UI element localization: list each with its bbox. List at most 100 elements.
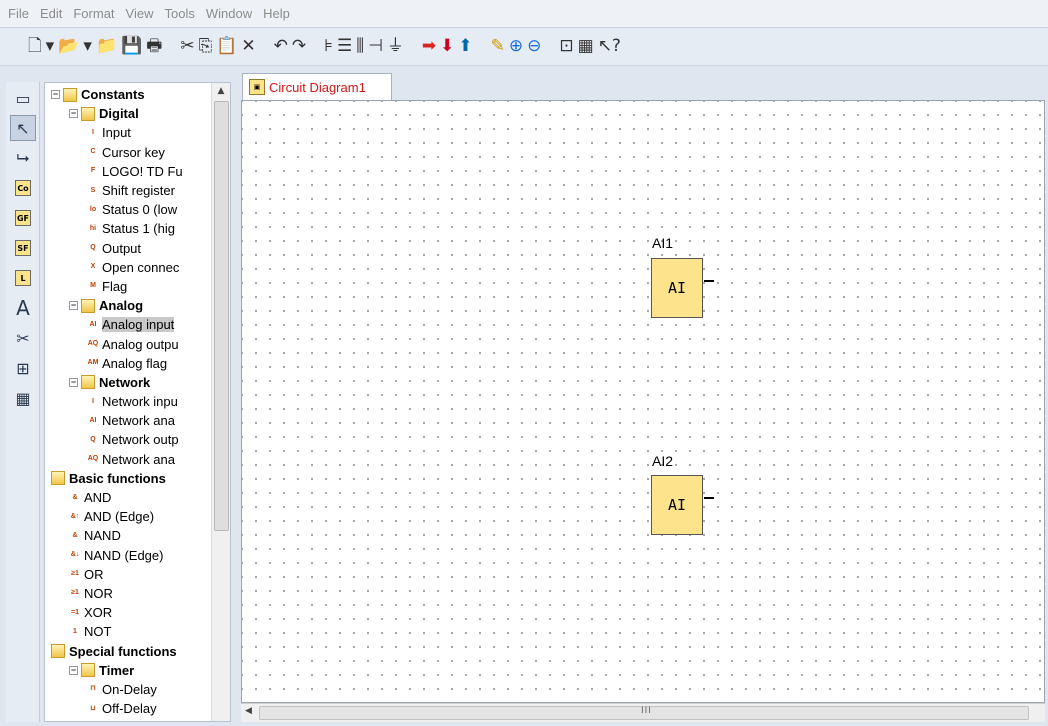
tree-item[interactable]: & AND	[45, 488, 211, 507]
folder-icon	[51, 471, 65, 486]
run-icon[interactable]: ➡	[422, 35, 436, 59]
tree-vertical-scrollbar[interactable]: ▲	[211, 83, 230, 721]
open-folder-icon[interactable]: 📁	[96, 35, 117, 59]
tree-item[interactable]: AM Analog flag	[45, 354, 211, 373]
tree-item[interactable]: AI Network ana	[45, 411, 211, 430]
block-type-icon: AQ	[87, 455, 99, 463]
block-ai1[interactable]: AI	[651, 258, 703, 318]
pointer-icon[interactable]: ↖	[10, 115, 36, 141]
scroll-up-icon[interactable]: ▲	[212, 83, 230, 100]
tree-item[interactable]: ⊓ On-Delay	[45, 680, 211, 699]
tree-item[interactable]: ≥1 OR	[45, 565, 211, 584]
block-ai2[interactable]: AI	[651, 475, 703, 535]
computer-icon[interactable]: ▦	[10, 385, 36, 411]
tree-group[interactable]: Special functions	[45, 641, 211, 660]
menu-help[interactable]: Help	[261, 4, 292, 23]
download-icon[interactable]: ⬇	[440, 35, 454, 59]
upload-icon[interactable]: ⬆	[458, 35, 472, 59]
menu-view[interactable]: View	[124, 4, 156, 23]
tree-item[interactable]: &↑ AND (Edge)	[45, 507, 211, 526]
block-tree: − Constants − Digital I Input C Cursor key F LOGO…	[45, 85, 211, 718]
copy-icon[interactable]: ⎘	[199, 35, 213, 59]
tree-item[interactable]: AQ Network ana	[45, 450, 211, 469]
menu-file[interactable]: File	[6, 4, 31, 23]
tree-item[interactable]: F LOGO! TD Fu	[45, 162, 211, 181]
tree-item[interactable]: Q Network outp	[45, 430, 211, 449]
block-ai2-output-pin[interactable]	[704, 497, 714, 499]
collapse-icon[interactable]: −	[51, 90, 60, 100]
tree-scroll-thumb[interactable]	[214, 101, 229, 531]
tree-item[interactable]: AI Analog input	[45, 315, 211, 334]
tree-item[interactable]: &↓ NAND (Edge)	[45, 546, 211, 565]
tree-group[interactable]: − Analog	[45, 296, 211, 315]
tree-group[interactable]: Basic functions	[45, 469, 211, 488]
tree-item[interactable]: I Input	[45, 123, 211, 142]
delete-icon[interactable]: ✕	[241, 35, 255, 59]
save-icon[interactable]: 💾	[121, 35, 142, 59]
gf-icon[interactable]: GF	[10, 205, 36, 231]
toolbar: 🗋 ▾ 📂 ▾ 📁 💾 🖶 ✂ ⎘ 📋 ✕ ↶ ↷ ⊧ ☰ ⫼ ⊣ ⏚ ➡ ⬇ ⬆ ✎ ⊕ ⊖ ⊡ ▦ ↖?	[0, 28, 1048, 66]
menu-edit[interactable]: Edit	[38, 4, 64, 23]
tree-item[interactable]: C Cursor key	[45, 143, 211, 162]
redo-icon[interactable]: ↷	[292, 35, 306, 59]
tree-item[interactable]: I Network inpu	[45, 392, 211, 411]
align-left-icon[interactable]: ⊧	[324, 35, 333, 59]
undo-icon[interactable]: ↶	[274, 35, 288, 59]
tree-item[interactable]: =1 XOR	[45, 603, 211, 622]
collapse-icon[interactable]: −	[69, 301, 78, 311]
collapse-icon[interactable]: −	[69, 665, 78, 675]
block-icon[interactable]: ▦	[578, 35, 594, 59]
pen-icon[interactable]: ✎	[491, 35, 505, 59]
tree-item[interactable]: ≥1 NOR	[45, 584, 211, 603]
co-icon[interactable]: Co	[10, 175, 36, 201]
menu-tools[interactable]: Tools	[162, 4, 196, 23]
collapse-icon[interactable]: −	[69, 109, 78, 119]
cut-icon[interactable]: ✂	[180, 35, 194, 59]
collapse-icon[interactable]: −	[69, 377, 78, 387]
tree-item[interactable]: M Flag	[45, 277, 211, 296]
tree-item[interactable]: & NAND	[45, 526, 211, 545]
circuit-canvas[interactable]: AI1 AI AI2 AI	[241, 100, 1045, 703]
fit-icon[interactable]: ⊡	[559, 35, 573, 59]
canvas-horizontal-scrollbar[interactable]: ◀ III	[241, 703, 1045, 722]
tree-group[interactable]: − Constants	[45, 85, 211, 104]
tree-label: Flag	[102, 278, 128, 294]
tab-circuit-diagram[interactable]: ▣ Circuit Diagram1	[242, 73, 392, 100]
tree-item[interactable]: 1 NOT	[45, 622, 211, 641]
tree-item[interactable]: Q Output	[45, 239, 211, 258]
align-center-icon[interactable]: ☰	[337, 35, 352, 59]
tree-group[interactable]: − Digital	[45, 104, 211, 123]
toolbar-separator	[477, 35, 487, 59]
network-icon[interactable]: ⊞	[10, 355, 36, 381]
sf-icon[interactable]: SF	[10, 235, 36, 261]
dropdown-icon[interactable]: ▾	[83, 35, 92, 59]
connector-icon[interactable]: ⊣	[368, 35, 383, 59]
scroll-left-icon[interactable]: ◀	[245, 706, 252, 716]
tree-item[interactable]: ⊔ Off-Delay	[45, 699, 211, 718]
print-icon[interactable]: 🖶	[146, 35, 162, 59]
paste-icon[interactable]: 📋	[216, 35, 237, 59]
text-icon[interactable]: A	[10, 295, 36, 321]
connect-icon[interactable]: ⮡	[10, 145, 36, 171]
tree-item[interactable]: AQ Analog outpu	[45, 334, 211, 353]
menu-format[interactable]: Format	[71, 4, 116, 23]
cut-line-icon[interactable]: ✂	[10, 325, 36, 351]
zoom-out-icon[interactable]: ⊖	[527, 35, 541, 59]
new-file-icon[interactable]: 🗋	[28, 35, 42, 59]
ground-icon[interactable]: ⏚	[387, 35, 404, 59]
l-icon[interactable]: L	[10, 265, 36, 291]
zoom-in-icon[interactable]: ⊕	[509, 35, 523, 59]
open-file-icon[interactable]: 📂	[58, 35, 79, 59]
align-bottom-icon[interactable]: ⫼	[356, 35, 364, 59]
tree-item[interactable]: S Shift register	[45, 181, 211, 200]
tree-item[interactable]: hi Status 1 (hig	[45, 219, 211, 238]
dropdown-icon[interactable]: ▾	[46, 35, 55, 59]
block-ai1-output-pin[interactable]	[704, 280, 714, 282]
select-all-icon[interactable]: ▭	[10, 85, 36, 111]
tree-group[interactable]: − Network	[45, 373, 211, 392]
tree-item[interactable]: lo Status 0 (low	[45, 200, 211, 219]
help-cursor-icon[interactable]: ↖?	[598, 35, 621, 59]
tree-item[interactable]: X Open connec	[45, 258, 211, 277]
menu-window[interactable]: Window	[204, 4, 254, 23]
tree-group[interactable]: − Timer	[45, 661, 211, 680]
